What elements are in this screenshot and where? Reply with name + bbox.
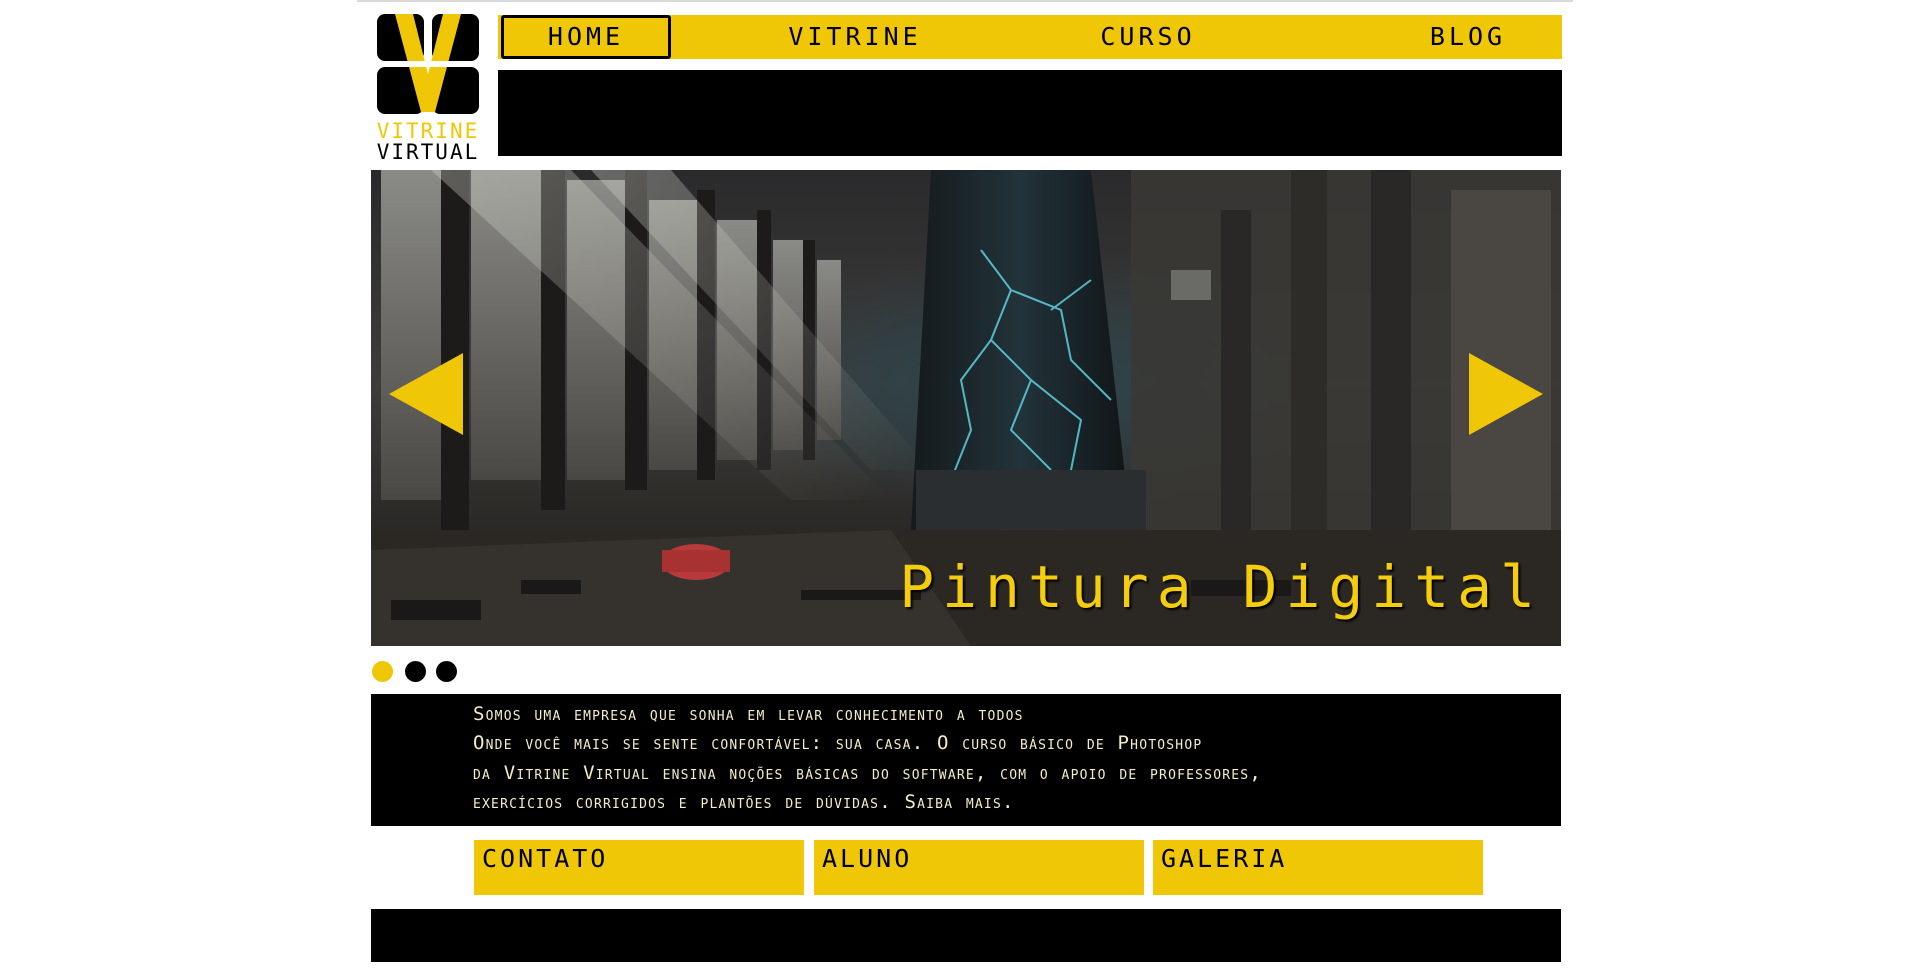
contato-button[interactable]: CONTATO: [474, 840, 804, 895]
hero-slider: Pintura Digital: [371, 170, 1561, 646]
nav-blog[interactable]: BLOG: [1383, 15, 1553, 59]
page: VITRINE VIRTUAL HOME VITRINE CURSO BLOG: [0, 0, 1920, 970]
aluno-button[interactable]: ALUNO: [814, 840, 1144, 895]
aluno-button-label: ALUNO: [822, 844, 913, 873]
nav-vitrine[interactable]: VITRINE: [770, 15, 940, 59]
description-line-2: Onde você mais se sente confortável: sua…: [473, 732, 1203, 754]
logo-text-virtual: VIRTUAL: [376, 140, 480, 164]
slide-dot-1[interactable]: [372, 661, 393, 682]
description-line-4: exercícios corrigidos e plantões de dúvi…: [473, 791, 1015, 813]
galeria-button-label: GALERIA: [1161, 844, 1288, 873]
prev-slide-arrow-icon[interactable]: [389, 353, 463, 435]
galeria-button[interactable]: GALERIA: [1153, 840, 1483, 895]
footer-bar: [371, 909, 1561, 962]
logo-mark-icon: [377, 14, 479, 114]
description-line-1: Somos uma empresa que sonha em levar con…: [473, 703, 1024, 725]
header-banner: [498, 70, 1562, 156]
main-nav: HOME VITRINE CURSO BLOG: [498, 15, 1562, 59]
contato-button-label: CONTATO: [482, 844, 609, 873]
top-divider: [357, 0, 1573, 2]
slide-dot-2[interactable]: [405, 661, 426, 682]
logo[interactable]: VITRINE VIRTUAL: [373, 12, 483, 164]
nav-home[interactable]: HOME: [501, 15, 671, 59]
description-line-3: da Vitrine Virtual ensina noções básicas…: [473, 762, 1262, 784]
nav-curso[interactable]: CURSO: [1063, 15, 1233, 59]
slide-dot-3[interactable]: [436, 661, 457, 682]
hero-title: Pintura Digital: [899, 553, 1543, 621]
next-slide-arrow-icon[interactable]: [1469, 353, 1543, 435]
about-description: Somos uma empresa que sonha em levar con…: [371, 694, 1561, 826]
logo-text-vitrine: VITRINE: [376, 119, 480, 143]
